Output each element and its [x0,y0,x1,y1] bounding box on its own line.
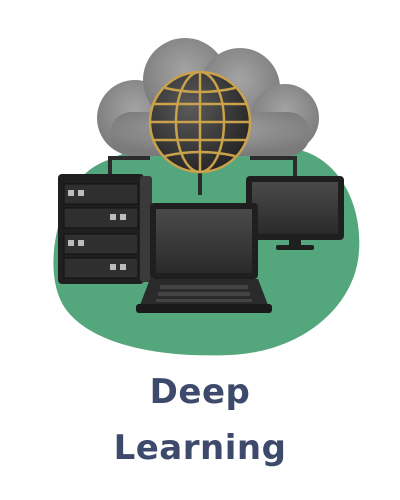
server-icon [58,174,152,284]
card-title: Deep Learning [0,364,400,476]
course-card[interactable]: Deep Learning [0,0,400,500]
network-illustration [53,38,360,356]
card-title-line-1: Deep [149,372,251,412]
monitor-icon [246,176,344,250]
card-title-line-2: Learning [113,428,287,468]
globe-icon [148,70,252,174]
laptop-icon [136,203,272,313]
